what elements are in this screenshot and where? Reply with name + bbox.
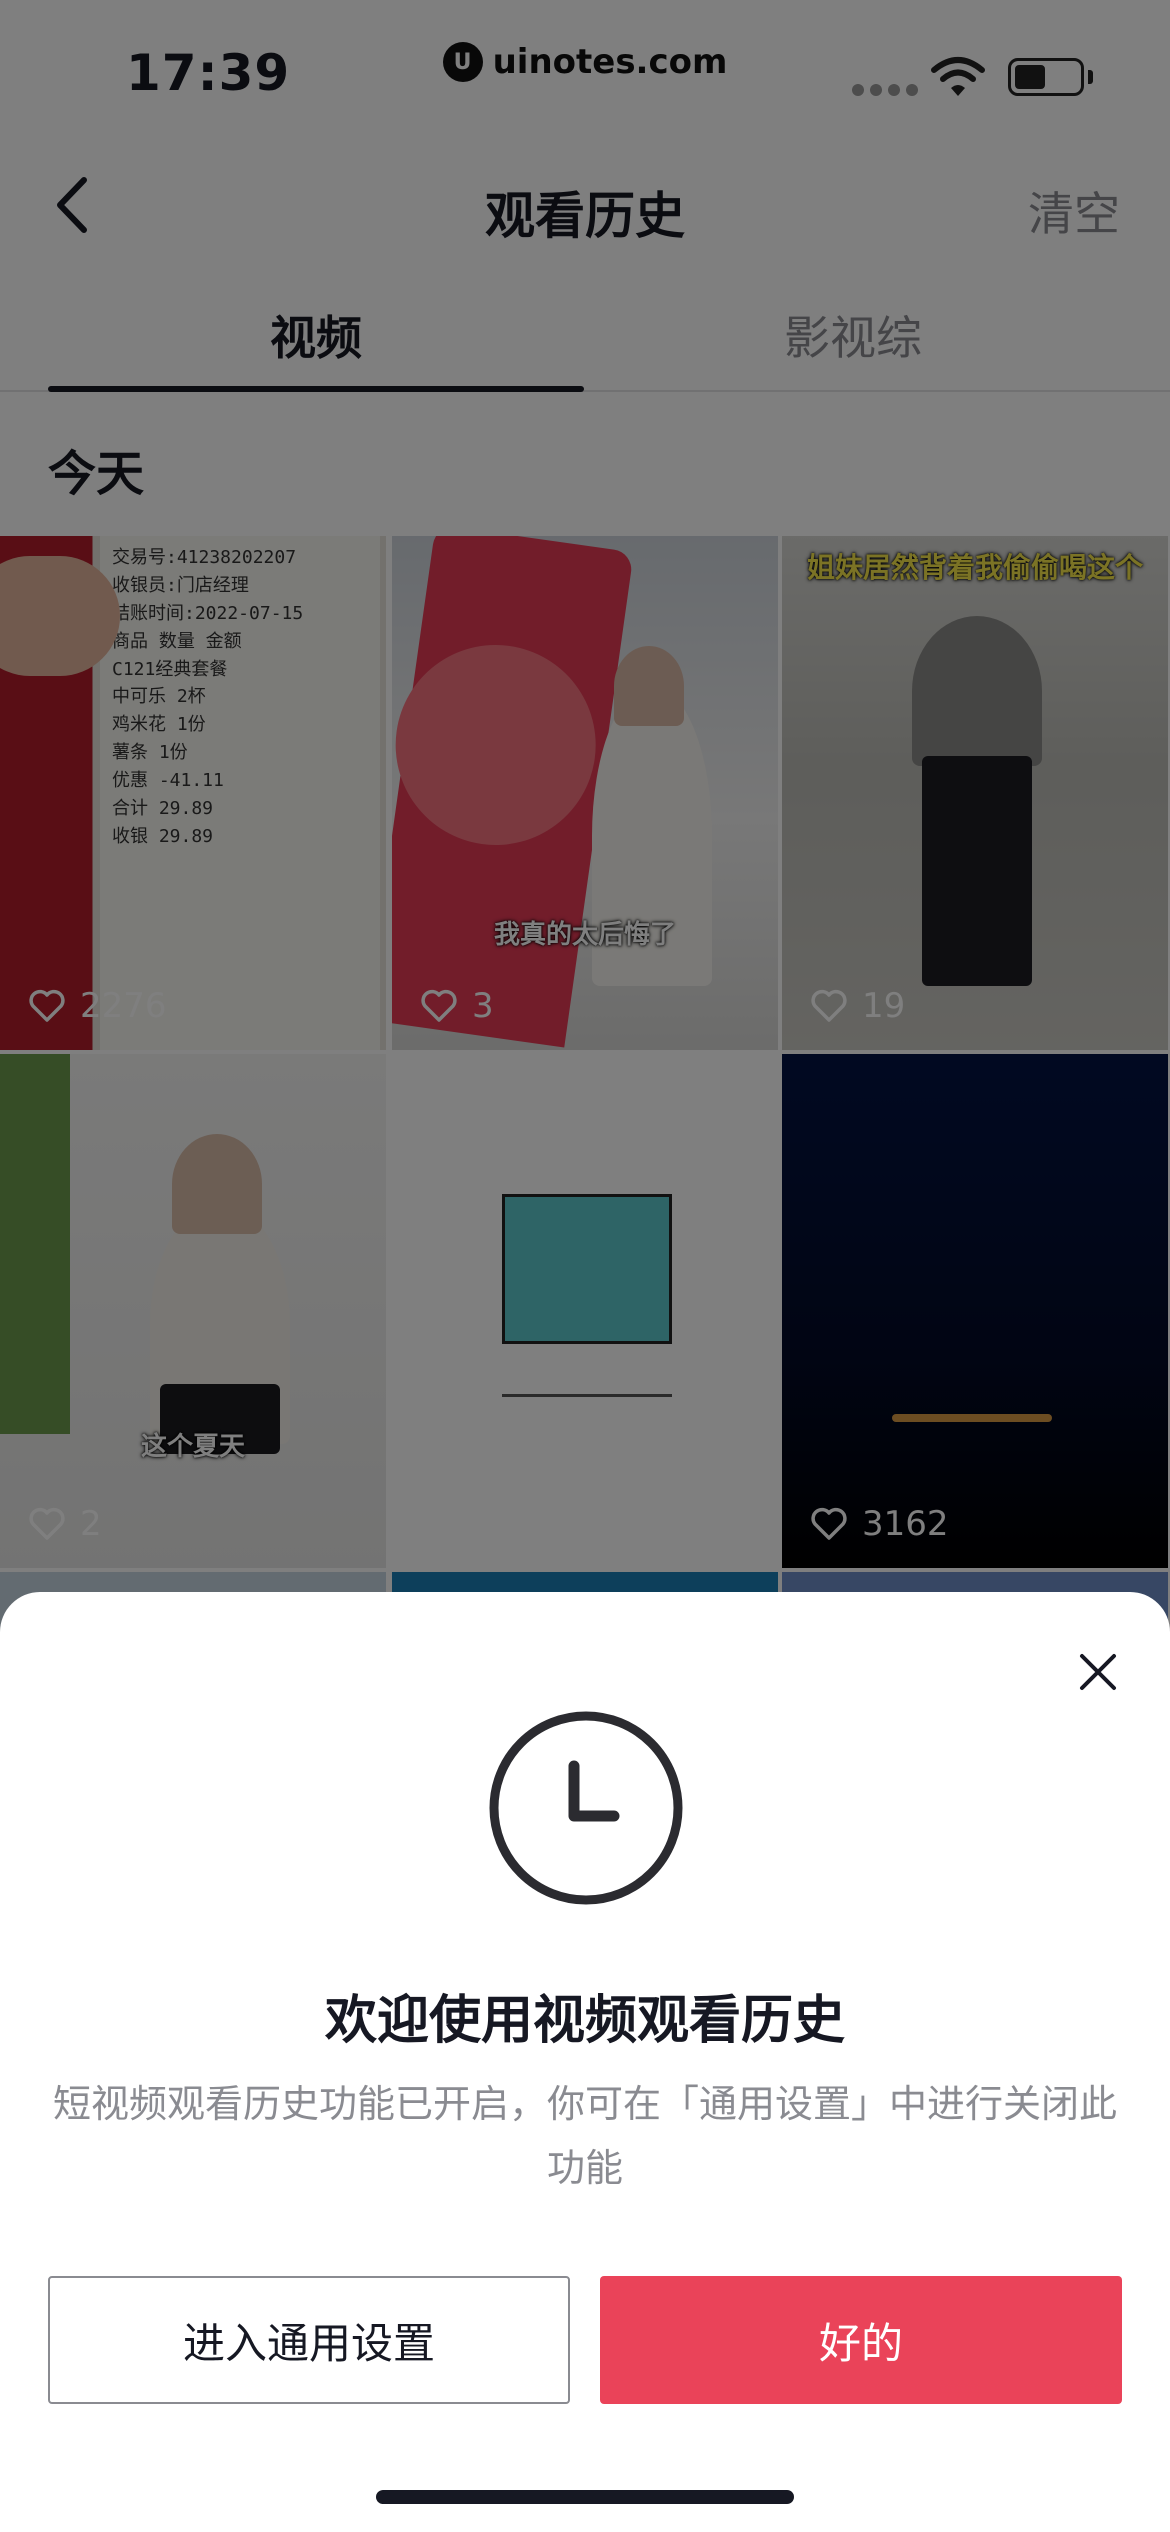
clock-icon: [489, 1711, 683, 1905]
sheet-description: 短视频观看历史功能已开启，你可在「通用设置」中进行关闭此功能: [52, 2082, 1117, 2190]
sheet-title: 欢迎使用视频观看历史: [324, 1991, 845, 2051]
ok-button[interactable]: 好的: [600, 2276, 1122, 2404]
close-icon: [1080, 1654, 1116, 1690]
home-indicator[interactable]: [376, 2490, 794, 2504]
open-general-settings-button[interactable]: 进入通用设置: [48, 2276, 570, 2404]
close-button[interactable]: [1066, 1640, 1130, 1704]
